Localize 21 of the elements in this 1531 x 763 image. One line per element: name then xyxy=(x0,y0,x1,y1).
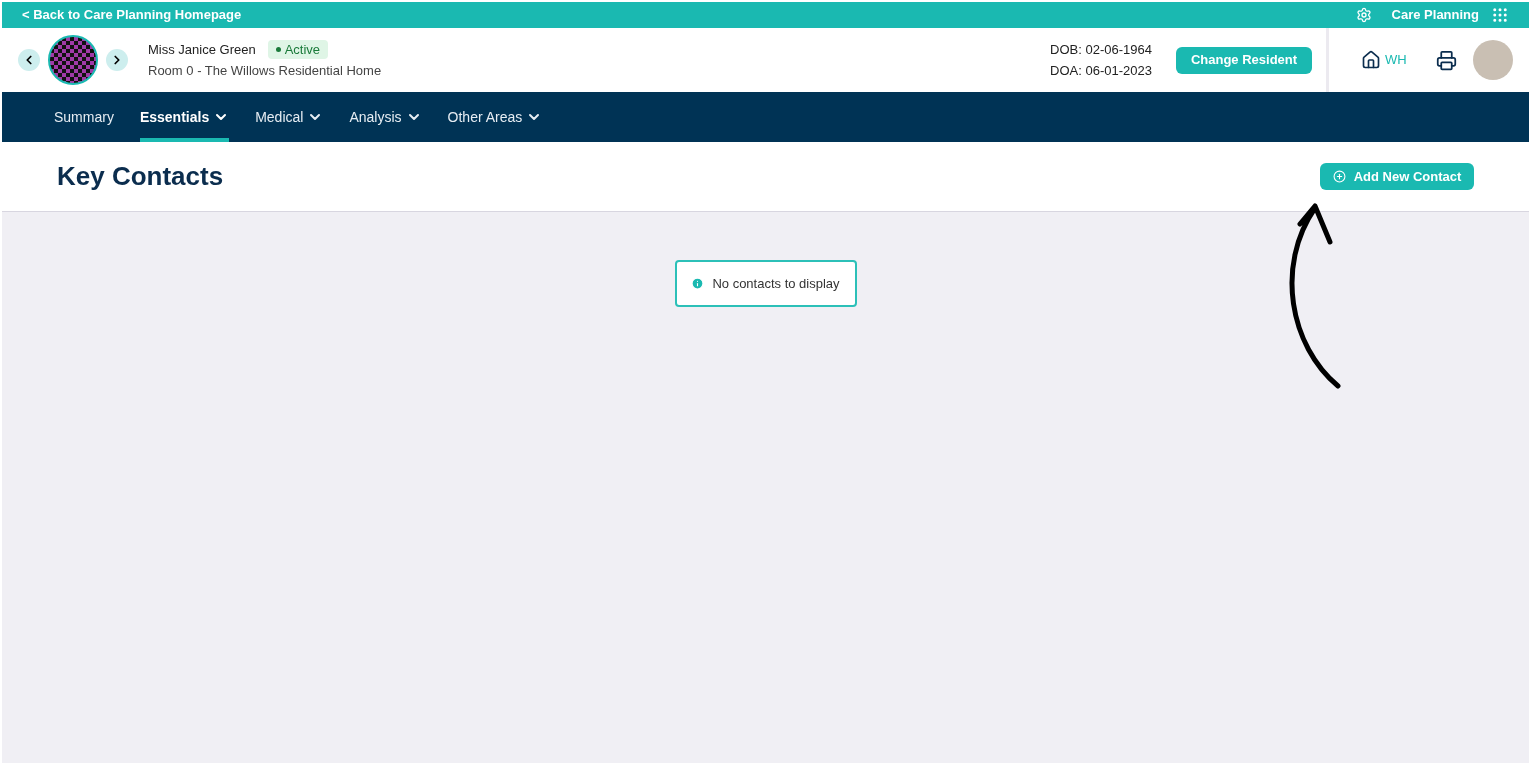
empty-message: No contacts to display xyxy=(712,274,840,293)
status-badge: Active xyxy=(267,39,329,59)
nav-tab[interactable]: Medical xyxy=(255,92,324,142)
nav-tab[interactable]: Other Areas xyxy=(447,92,543,142)
previous-resident-button[interactable] xyxy=(18,49,40,71)
print-icon[interactable] xyxy=(1436,49,1457,71)
nav-tab[interactable]: Summary xyxy=(54,92,114,142)
date-of-birth: DOB: 02-06-1964 xyxy=(1050,40,1152,59)
nav-tab[interactable]: Essentials xyxy=(139,92,230,142)
next-resident-button[interactable] xyxy=(106,49,128,71)
plus-circle-icon xyxy=(1332,170,1346,183)
info-icon xyxy=(691,277,705,290)
date-of-admission: DOA: 06-01-2023 xyxy=(1050,62,1152,80)
home-icon[interactable] xyxy=(1361,50,1381,70)
app-name: Care Planning xyxy=(1391,6,1479,25)
resident-room: Room 0 - The Willows Residential Home xyxy=(148,62,382,80)
page-title: Key Contacts xyxy=(57,160,224,193)
resident-name: Miss Janice Green xyxy=(148,40,256,59)
resident-avatar xyxy=(48,35,98,85)
home-code: WH xyxy=(1385,51,1407,70)
nav-tab[interactable]: Analysis xyxy=(349,92,422,142)
